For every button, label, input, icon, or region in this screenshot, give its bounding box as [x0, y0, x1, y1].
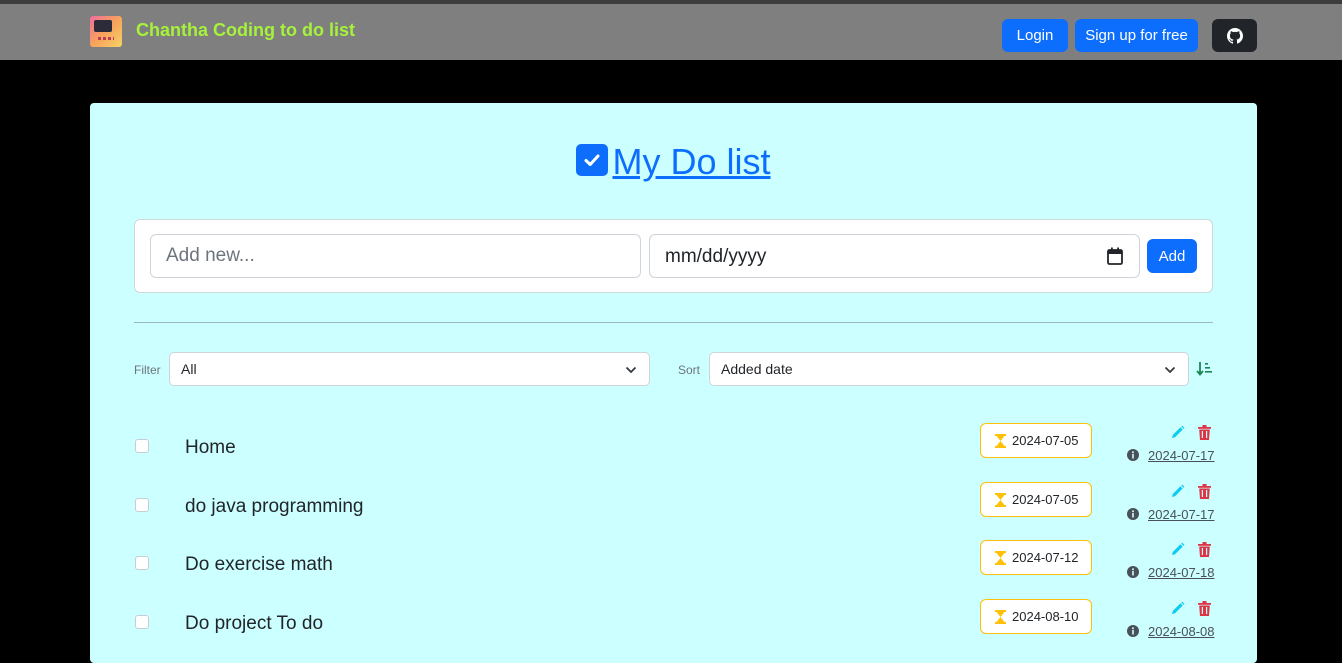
due-date: 2024-07-05: [1012, 492, 1079, 507]
delete-trash-icon[interactable]: [1198, 425, 1211, 440]
sort-value: Added date: [721, 361, 793, 377]
todo-item: Do project To do 2024-08-10 2024-08-08: [90, 599, 1257, 653]
created-date-link[interactable]: 2024-07-18: [1148, 565, 1215, 580]
filter-value: All: [181, 361, 197, 377]
add-button[interactable]: Add: [1147, 239, 1197, 273]
calendar-icon[interactable]: [1107, 247, 1123, 265]
brand-logo[interactable]: [90, 16, 122, 47]
todo-checkbox[interactable]: [135, 439, 149, 453]
login-button[interactable]: Login: [1002, 19, 1068, 52]
due-date: 2024-07-05: [1012, 433, 1079, 448]
page-title-wrap: My Do list: [90, 141, 1257, 183]
filter-label: Filter: [134, 363, 161, 377]
todo-item: Home 2024-07-05 2024-07-17: [90, 423, 1257, 477]
todo-title: Do exercise math: [185, 554, 333, 575]
hourglass-icon: [995, 609, 1006, 624]
created-date-link[interactable]: 2024-07-17: [1148, 448, 1215, 463]
edit-pencil-icon[interactable]: [1170, 601, 1185, 616]
todo-card: My Do list mm/dd/yyyy Add Filter All Sor…: [90, 103, 1257, 663]
chevron-down-icon: [625, 366, 637, 374]
info-circle-icon: [1127, 566, 1139, 578]
hourglass-icon: [995, 492, 1006, 507]
due-date-badge: 2024-07-05: [980, 423, 1092, 458]
info-circle-icon: [1127, 508, 1139, 520]
due-date-input[interactable]: mm/dd/yyyy: [649, 234, 1140, 278]
due-date-badge: 2024-07-12: [980, 540, 1092, 575]
edit-pencil-icon[interactable]: [1170, 425, 1185, 440]
due-date-badge: 2024-07-05: [980, 482, 1092, 517]
hourglass-icon: [995, 550, 1006, 565]
due-date-badge: 2024-08-10: [980, 599, 1092, 634]
chevron-down-icon: [1164, 366, 1176, 374]
sort-label: Sort: [678, 363, 701, 377]
page-title[interactable]: My Do list: [612, 141, 770, 183]
edit-pencil-icon[interactable]: [1170, 542, 1185, 557]
todo-item: Do exercise math 2024-07-12 2024-07-18: [90, 540, 1257, 594]
check-square-icon: [576, 144, 609, 176]
todo-title: Home: [185, 437, 236, 458]
due-date: 2024-08-10: [1012, 609, 1079, 624]
new-task-input[interactable]: [150, 234, 641, 278]
created-date-link[interactable]: 2024-08-08: [1148, 624, 1215, 639]
edit-pencil-icon[interactable]: [1170, 484, 1185, 499]
github-icon: [1226, 27, 1243, 44]
delete-trash-icon[interactable]: [1198, 484, 1211, 499]
due-date-placeholder: mm/dd/yyyy: [665, 246, 767, 267]
info-circle-icon: [1127, 625, 1139, 637]
filter-select[interactable]: All: [169, 352, 650, 386]
due-date: 2024-07-12: [1012, 550, 1079, 565]
sort-select[interactable]: Added date: [709, 352, 1189, 386]
todo-checkbox[interactable]: [135, 498, 149, 512]
todo-title: do java programming: [185, 496, 364, 517]
created-date-link[interactable]: 2024-07-17: [1148, 507, 1215, 522]
delete-trash-icon[interactable]: [1198, 542, 1211, 557]
info-circle-icon: [1127, 449, 1139, 461]
github-button[interactable]: [1212, 19, 1257, 52]
add-todo-form: mm/dd/yyyy Add: [134, 219, 1213, 293]
signup-button[interactable]: Sign up for free: [1075, 19, 1198, 52]
todo-item: do java programming 2024-07-05 2024-07-1…: [90, 482, 1257, 536]
brand-title[interactable]: Chantha Coding to do list: [136, 20, 355, 41]
todo-title: Do project To do: [185, 613, 324, 634]
divider: [134, 322, 1213, 323]
delete-trash-icon[interactable]: [1198, 601, 1211, 616]
sort-ascending-icon[interactable]: [1196, 361, 1213, 377]
navbar: Chantha Coding to do list Login Sign up …: [0, 4, 1342, 60]
hourglass-icon: [995, 433, 1006, 448]
todo-checkbox[interactable]: [135, 615, 149, 629]
todo-checkbox[interactable]: [135, 556, 149, 570]
